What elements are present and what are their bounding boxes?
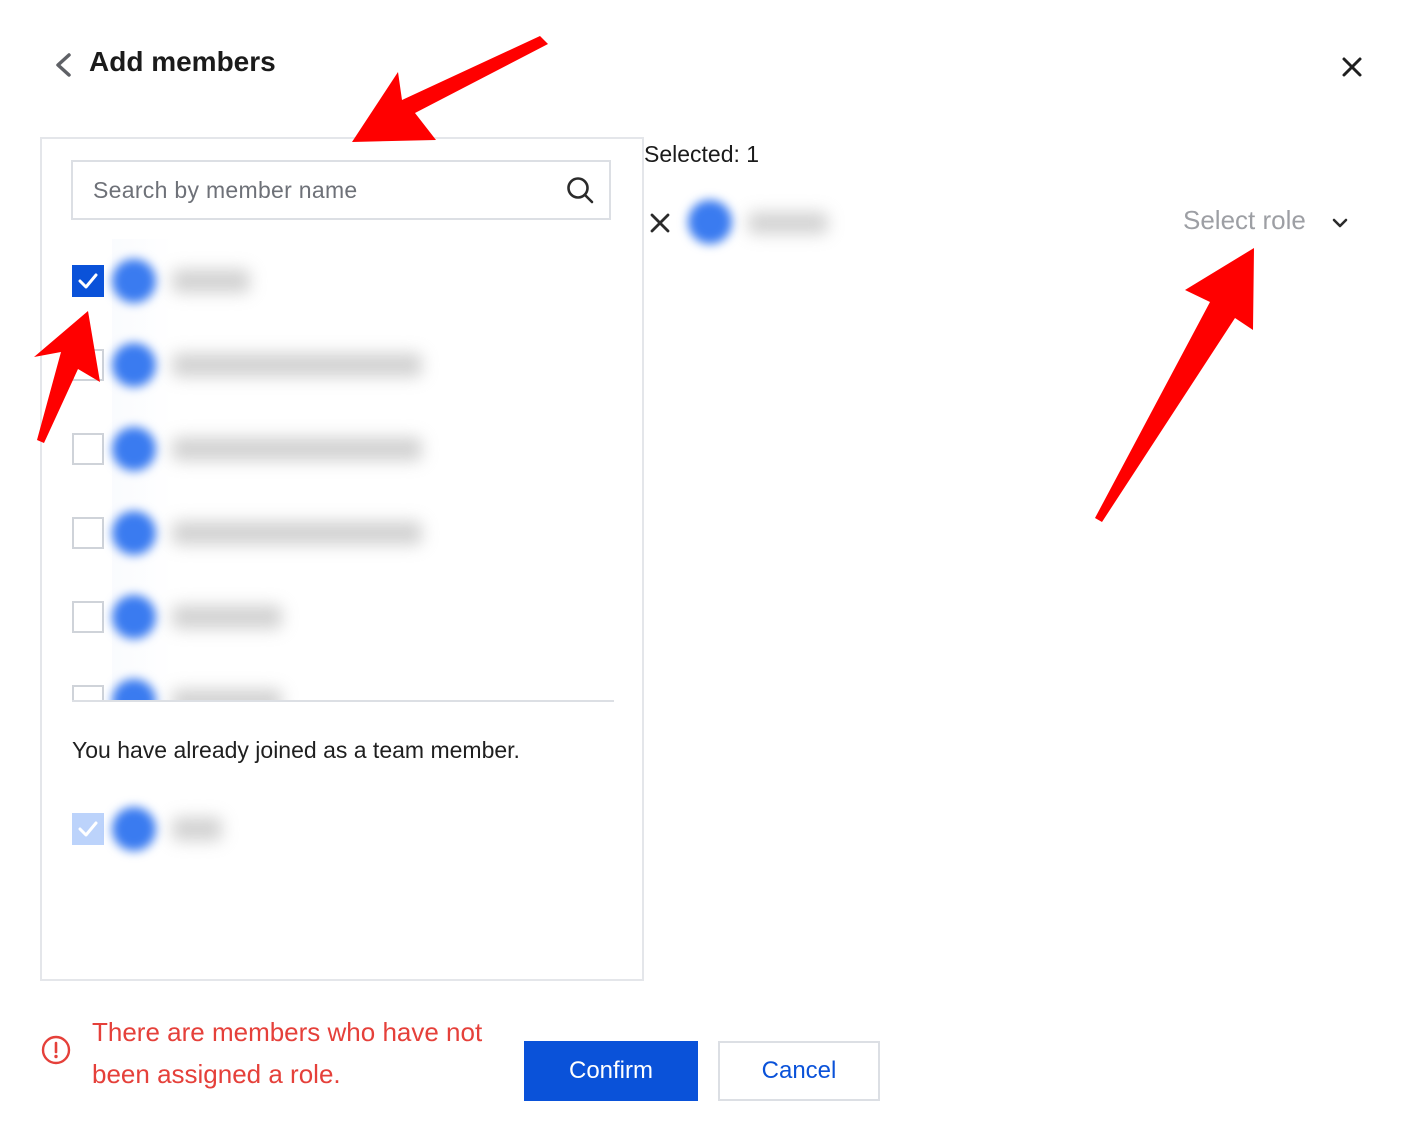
avatar (112, 427, 156, 471)
member-row[interactable] (72, 407, 612, 491)
search-input[interactable] (93, 162, 553, 218)
search-icon[interactable] (565, 175, 595, 205)
dialog-title: Add members (89, 46, 276, 77)
member-name-redacted (172, 269, 250, 293)
member-name-redacted (172, 437, 422, 461)
member-name-redacted (172, 353, 422, 377)
search-box (71, 160, 611, 220)
avatar (112, 259, 156, 303)
avatar (688, 200, 732, 244)
member-row[interactable] (72, 575, 612, 659)
avatar (112, 679, 156, 701)
member-row[interactable] (72, 491, 612, 575)
divider (72, 700, 614, 702)
chevron-down-icon (1332, 218, 1348, 228)
member-name-redacted (172, 605, 282, 629)
warning-icon (41, 1035, 71, 1065)
member-checkbox[interactable] (72, 685, 104, 701)
member-checkbox[interactable] (72, 265, 104, 297)
warning-message: There are members who have not been assi… (92, 1017, 483, 1089)
avatar (112, 595, 156, 639)
member-row[interactable] (72, 659, 612, 701)
member-checkbox[interactable] (72, 517, 104, 549)
chevron-left-icon[interactable] (50, 50, 78, 80)
member-list[interactable] (42, 239, 642, 701)
selected-count: Selected: 1 (644, 141, 760, 167)
annotation-arrow-icon (352, 36, 548, 142)
member-checkbox[interactable] (72, 433, 104, 465)
checkmark-icon (78, 821, 98, 837)
member-row[interactable] (72, 239, 612, 323)
member-checkbox[interactable] (72, 601, 104, 633)
member-checkbox[interactable] (72, 349, 104, 381)
remove-selected-icon[interactable] (647, 210, 673, 236)
confirm-button[interactable]: Confirm (524, 1041, 698, 1101)
avatar (112, 343, 156, 387)
member-name-redacted (172, 521, 422, 545)
annotation-arrow-icon (1095, 248, 1254, 522)
avatar (112, 807, 156, 851)
add-members-dialog: Add members Search by member name You ha… (0, 0, 1408, 1138)
joined-notice: You have already joined as a team member… (72, 737, 520, 763)
cancel-button[interactable]: Cancel (718, 1041, 880, 1101)
role-select[interactable]: Select role (1183, 205, 1348, 241)
avatar (112, 511, 156, 555)
member-name-redacted (172, 817, 222, 841)
member-row[interactable] (72, 323, 612, 407)
selected-member-name-redacted (748, 212, 828, 234)
checkmark-icon (78, 273, 98, 289)
role-select-placeholder: Select role (1183, 205, 1306, 235)
current-user-checkbox (72, 813, 104, 845)
close-icon[interactable] (1337, 52, 1367, 82)
current-user-row (72, 787, 612, 871)
member-picker-panel: You have already joined as a team member… (40, 137, 644, 981)
